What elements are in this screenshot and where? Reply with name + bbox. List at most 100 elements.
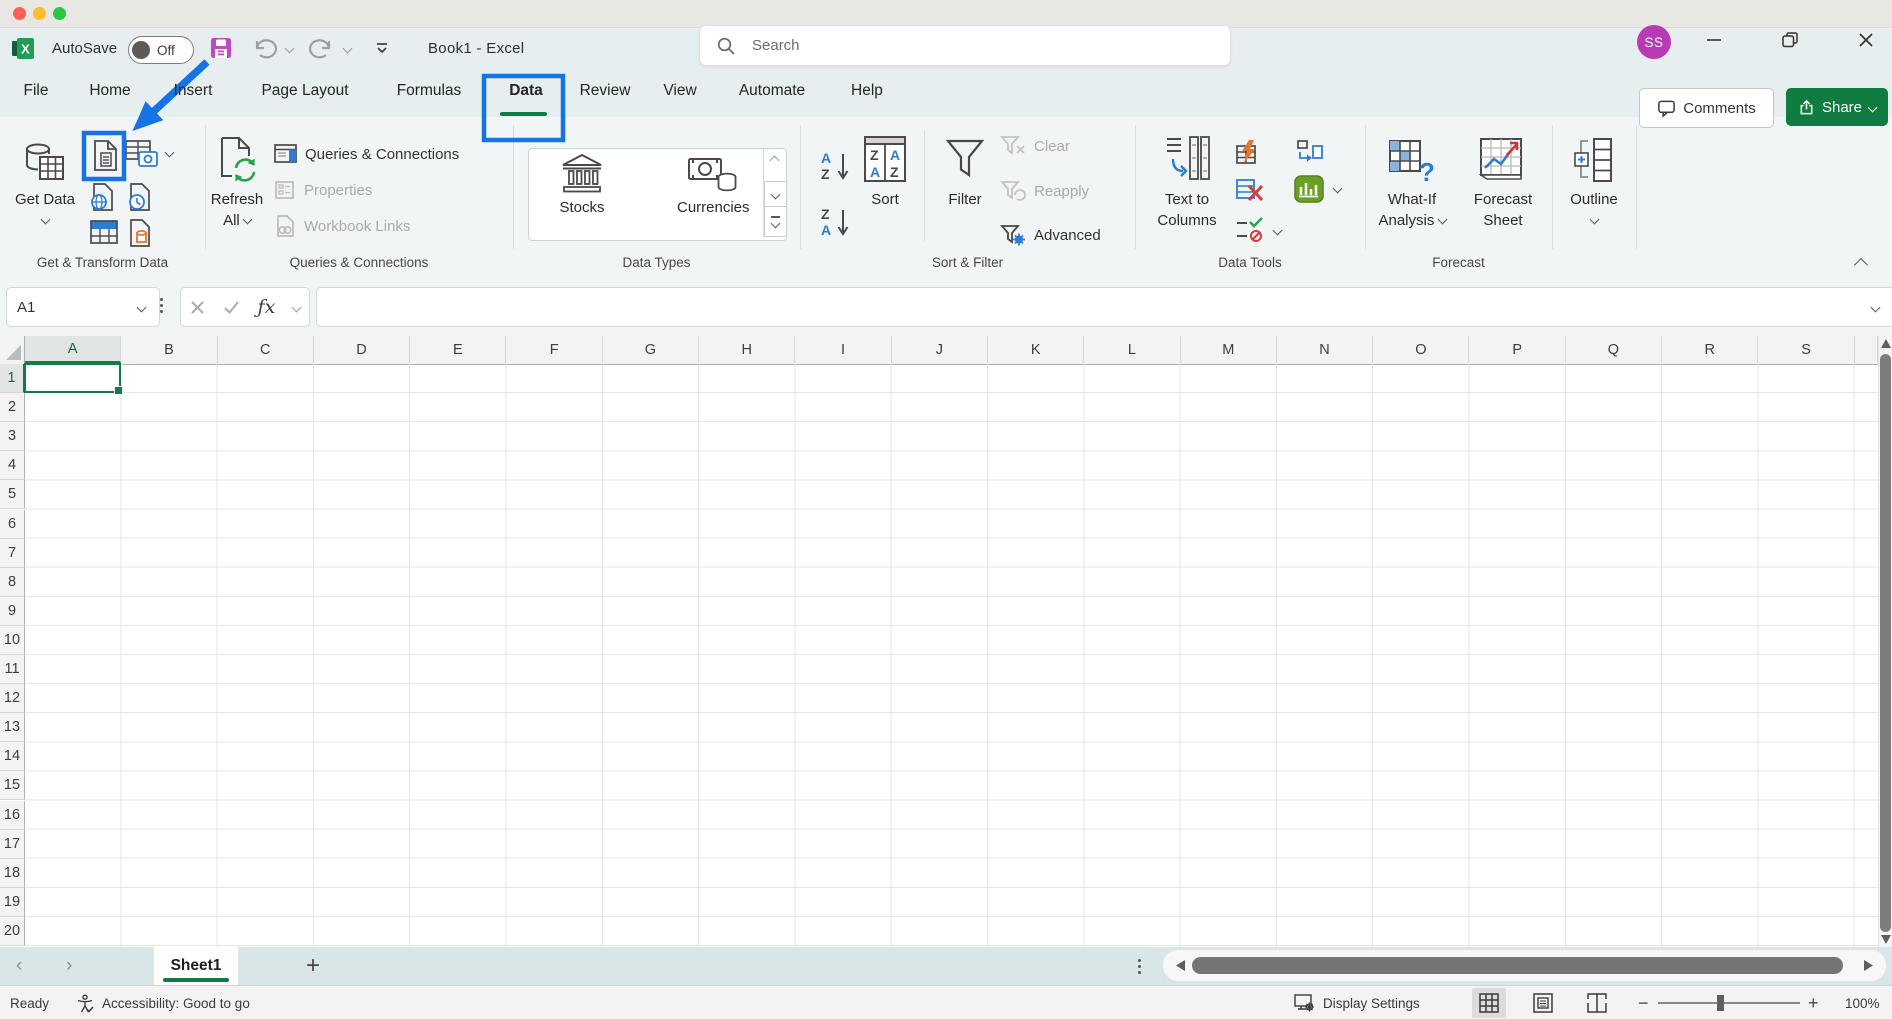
- from-web-icon[interactable]: [90, 183, 116, 211]
- remove-duplicates-icon[interactable]: [1236, 177, 1264, 203]
- column-header-g[interactable]: G: [603, 336, 699, 363]
- column-header-m[interactable]: M: [1181, 336, 1277, 363]
- zoom-out-button[interactable]: −: [1638, 986, 1649, 1019]
- page-break-view-button[interactable]: [1580, 988, 1614, 1018]
- from-picture-dropdown-icon[interactable]: [165, 148, 175, 158]
- redo-icon[interactable]: [308, 37, 334, 59]
- menu-tab-review[interactable]: Review: [562, 70, 648, 112]
- get-data-button[interactable]: Get Data: [10, 131, 80, 231]
- scroll-right-icon[interactable]: [1864, 960, 1873, 971]
- tabbar-grip[interactable]: [1138, 959, 1141, 974]
- column-header-partial[interactable]: [1855, 336, 1878, 363]
- vertical-scrollbar-thumb[interactable]: [1880, 354, 1891, 932]
- undo-icon[interactable]: [252, 37, 278, 59]
- what-if-analysis-button[interactable]: ? What-If Analysis: [1378, 131, 1446, 231]
- horizontal-scrollbar[interactable]: [1163, 950, 1886, 981]
- refresh-all-button[interactable]: Refresh All: [206, 131, 268, 231]
- menu-tab-formulas[interactable]: Formulas: [382, 70, 476, 112]
- row-header-10[interactable]: 10: [0, 626, 25, 655]
- row-header-7[interactable]: 7: [0, 539, 25, 568]
- flash-fill-icon[interactable]: [1236, 139, 1264, 165]
- menu-tab-file[interactable]: File: [16, 70, 56, 112]
- row-header-20[interactable]: 20: [0, 917, 25, 946]
- outline-button[interactable]: Outline: [1560, 131, 1628, 231]
- next-sheet-icon[interactable]: ›: [66, 947, 72, 985]
- column-header-h[interactable]: H: [699, 336, 795, 363]
- column-header-q[interactable]: Q: [1566, 336, 1662, 363]
- share-button[interactable]: Share: [1786, 88, 1888, 126]
- scroll-up-icon[interactable]: [1881, 339, 1891, 348]
- cancel-icon[interactable]: [190, 300, 205, 315]
- display-settings-button[interactable]: Display Settings: [1294, 986, 1420, 1019]
- zoom-slider-thumb[interactable]: [1717, 995, 1724, 1011]
- previous-sheet-icon[interactable]: ‹: [16, 947, 22, 985]
- from-picture-icon[interactable]: [125, 140, 159, 168]
- currencies-button[interactable]: Currencies: [677, 153, 750, 216]
- row-header-3[interactable]: 3: [0, 422, 25, 451]
- menu-tab-view[interactable]: View: [650, 70, 710, 112]
- row-header-12[interactable]: 12: [0, 684, 25, 713]
- column-header-r[interactable]: R: [1662, 336, 1758, 363]
- row-header-5[interactable]: 5: [0, 480, 25, 509]
- enter-icon[interactable]: [223, 300, 240, 314]
- from-text-csv-icon[interactable]: [93, 140, 118, 171]
- sort-descending-button[interactable]: Z A: [820, 206, 850, 238]
- fx-dropdown-icon[interactable]: [292, 302, 302, 312]
- column-header-i[interactable]: I: [795, 336, 891, 363]
- menu-tab-insert[interactable]: Insert: [162, 70, 224, 112]
- comments-button[interactable]: Comments: [1639, 88, 1774, 128]
- advanced-filter-button[interactable]: Advanced: [1000, 224, 1101, 246]
- row-header-16[interactable]: 16: [0, 801, 25, 830]
- name-box-dropdown-icon[interactable]: [137, 302, 147, 312]
- stocks-button[interactable]: Stocks: [559, 153, 605, 216]
- restore-button[interactable]: [1781, 31, 1799, 49]
- expand-formula-bar-icon[interactable]: [1871, 302, 1881, 312]
- new-sheet-button[interactable]: +: [306, 947, 320, 985]
- redo-dropdown-icon[interactable]: [343, 44, 353, 54]
- search-bar[interactable]: [699, 25, 1231, 66]
- row-header-9[interactable]: 9: [0, 597, 25, 626]
- row-header-4[interactable]: 4: [0, 451, 25, 480]
- existing-connections-icon[interactable]: [127, 219, 153, 247]
- row-header-6[interactable]: 6: [0, 510, 25, 539]
- sort-button[interactable]: Z A A Z Sort: [856, 131, 914, 210]
- column-header-f[interactable]: F: [507, 336, 603, 363]
- page-layout-view-button[interactable]: [1526, 988, 1560, 1018]
- filter-button[interactable]: Filter: [934, 131, 996, 210]
- menu-tab-help[interactable]: Help: [838, 70, 896, 112]
- gallery-scroll-down-icon[interactable]: [764, 181, 787, 208]
- select-all-corner[interactable]: [0, 336, 25, 363]
- row-header-19[interactable]: 19: [0, 888, 25, 917]
- selected-cell-a1[interactable]: [24, 363, 121, 393]
- undo-dropdown-icon[interactable]: [285, 44, 295, 54]
- collapse-ribbon-button[interactable]: [1856, 255, 1866, 273]
- row-header-8[interactable]: 8: [0, 568, 25, 597]
- column-header-a[interactable]: A: [25, 336, 121, 363]
- row-header-17[interactable]: 17: [0, 830, 25, 859]
- recent-sources-icon[interactable]: [127, 183, 153, 211]
- sort-ascending-button[interactable]: A Z: [820, 150, 850, 182]
- formula-input[interactable]: [316, 287, 1892, 327]
- close-traffic-light[interactable]: [13, 7, 26, 20]
- data-model-dropdown-icon[interactable]: [1333, 184, 1343, 194]
- menu-tab-data[interactable]: Data: [492, 70, 560, 112]
- column-header-e[interactable]: E: [410, 336, 506, 363]
- text-to-columns-button[interactable]: Text to Columns: [1152, 131, 1222, 231]
- accessibility-status[interactable]: Accessibility: Good to go: [76, 986, 250, 1019]
- scroll-left-icon[interactable]: [1176, 960, 1185, 971]
- minimize-traffic-light[interactable]: [33, 7, 46, 20]
- zoom-level[interactable]: 100%: [1845, 986, 1880, 1019]
- column-header-l[interactable]: L: [1084, 336, 1180, 363]
- gallery-scroll-up-icon[interactable]: [764, 157, 785, 164]
- column-header-k[interactable]: K: [988, 336, 1084, 363]
- cells-area[interactable]: [25, 364, 1878, 947]
- autosave-toggle[interactable]: Off: [128, 36, 194, 64]
- save-icon[interactable]: [210, 37, 232, 59]
- column-header-j[interactable]: J: [892, 336, 988, 363]
- data-model-icon[interactable]: [1294, 175, 1326, 203]
- gallery-expand-icon[interactable]: [764, 206, 787, 237]
- sheet-tab-sheet1[interactable]: Sheet1: [154, 947, 238, 985]
- scroll-down-icon[interactable]: [1881, 935, 1891, 944]
- column-header-p[interactable]: P: [1470, 336, 1566, 363]
- normal-view-button[interactable]: [1472, 988, 1506, 1018]
